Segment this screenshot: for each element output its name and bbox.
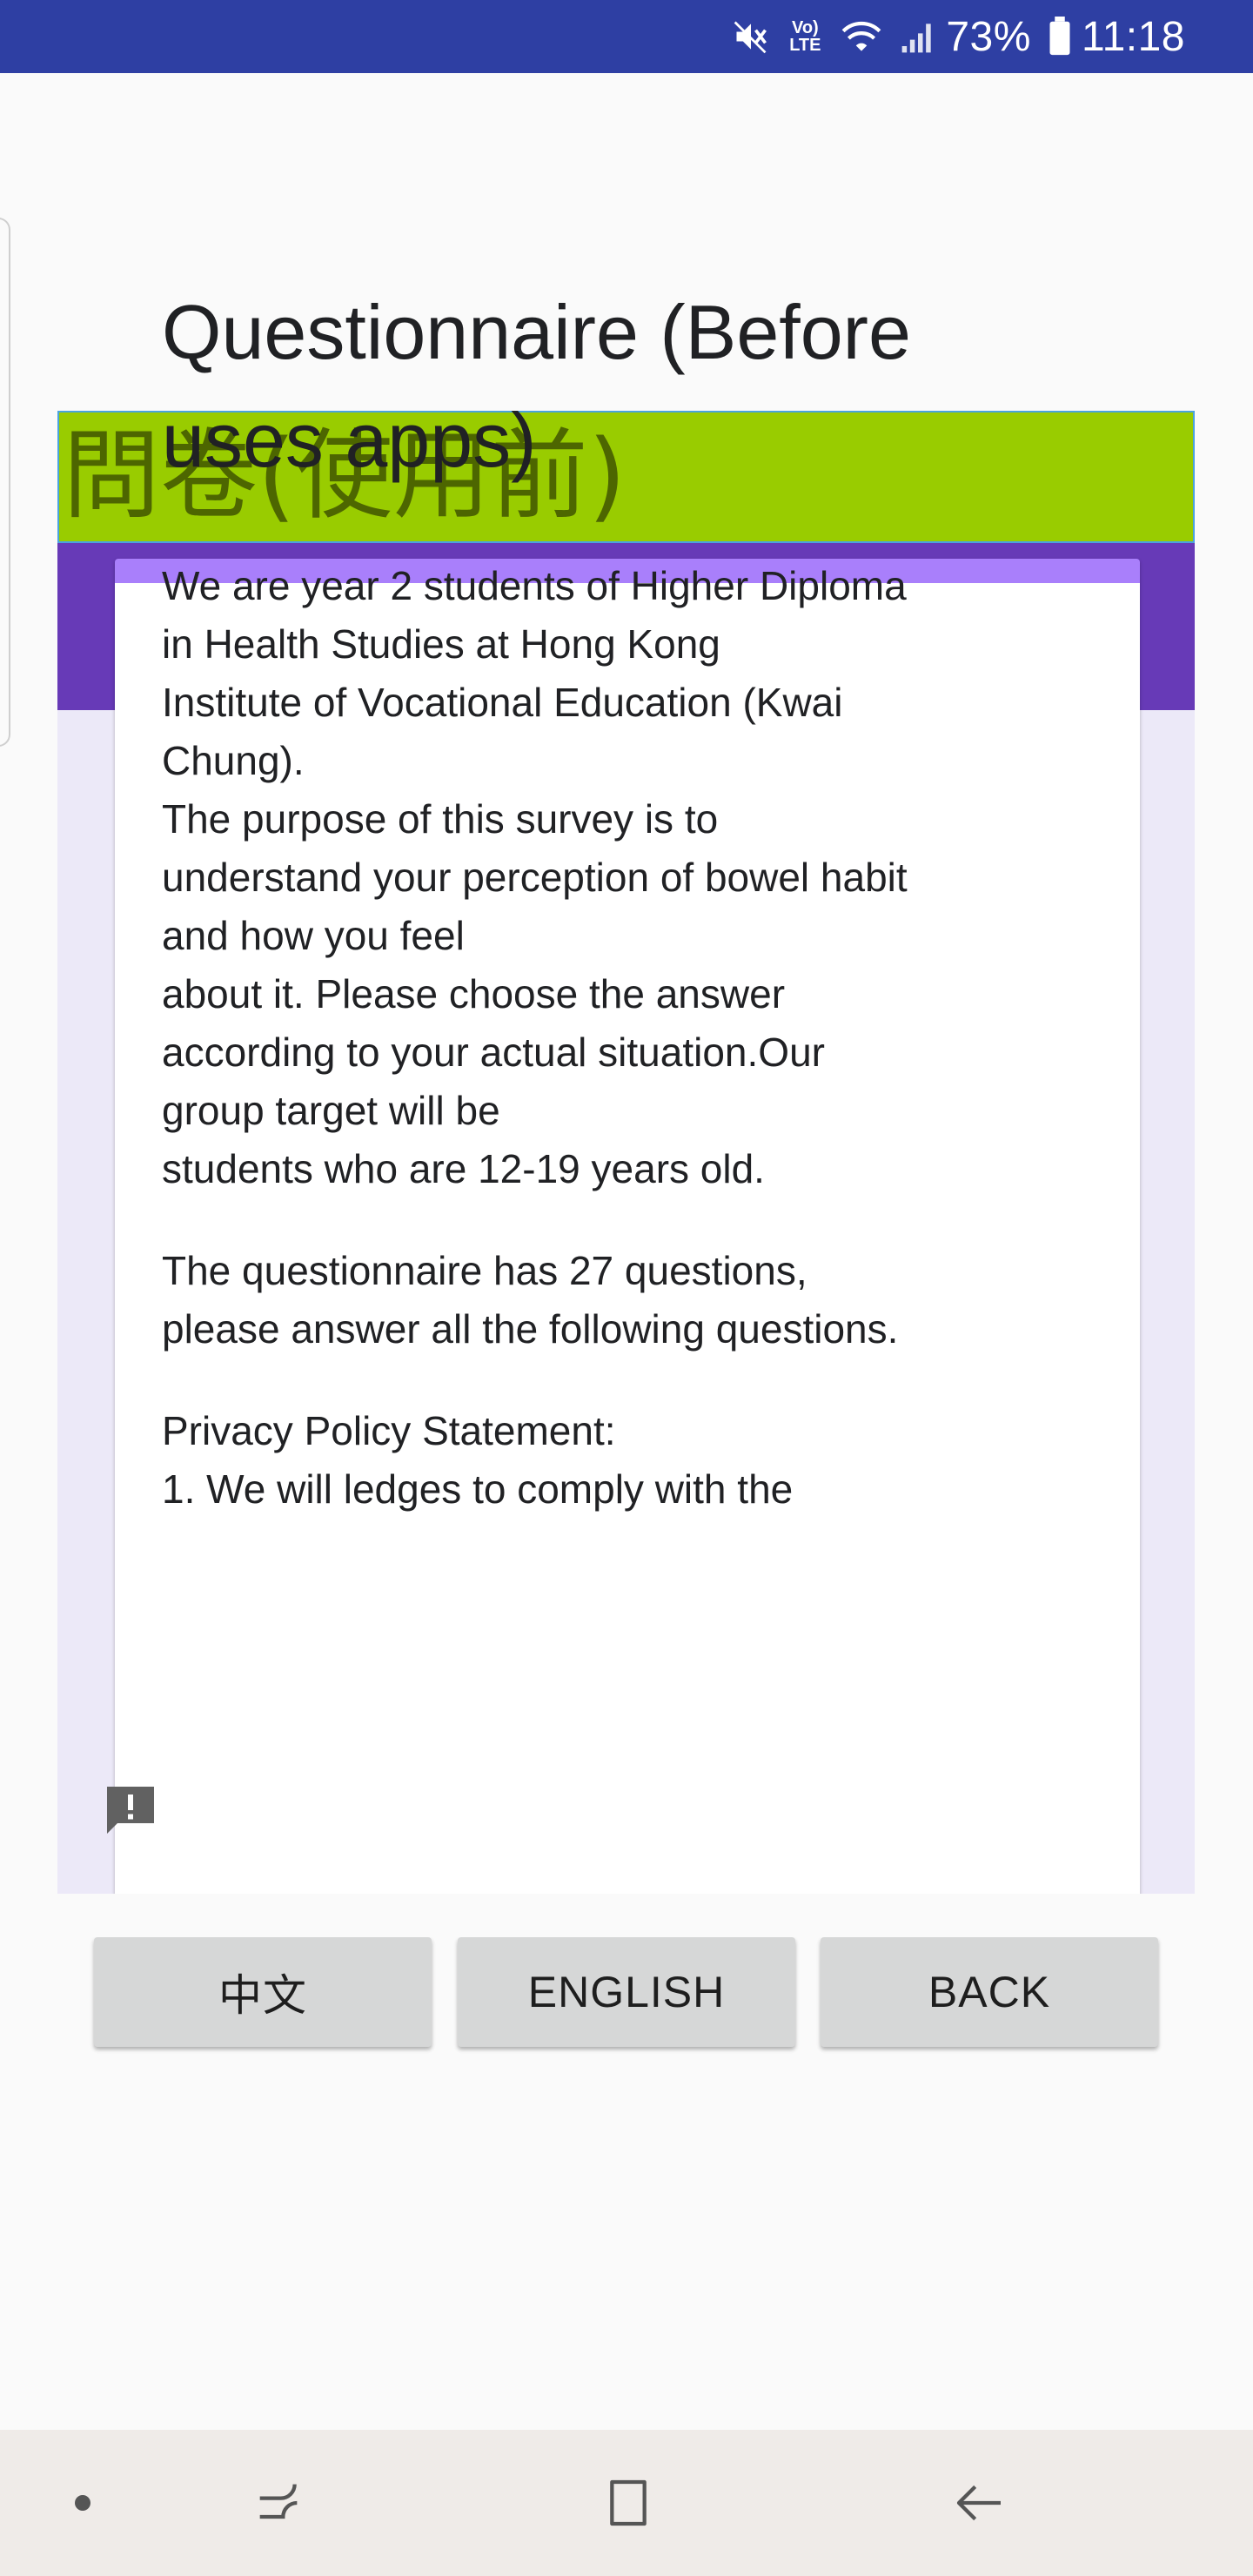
desc-line: The purpose of this survey is to [162, 796, 719, 842]
desc-line: about it. Please choose the answer [162, 971, 786, 1016]
privacy-section: Privacy Policy Statement: 1. We will led… [162, 1402, 1032, 1519]
wifi-icon [840, 17, 883, 56]
note-line: The questionnaire has 27 questions, [162, 1248, 807, 1293]
recent-apps-icon[interactable] [235, 2430, 322, 2576]
report-feedback-icon[interactable] [99, 1779, 162, 1841]
intro-paragraph: We are year 2 students of Higher Diploma… [162, 557, 1032, 1198]
status-bar: Vo) LTE 73% 11:18 [0, 0, 1253, 73]
form-description: We are year 2 students of Higher Diploma… [162, 557, 1032, 1894]
home-icon[interactable] [585, 2430, 672, 2576]
desc-line: Institute of Vocational Education (Kwai [162, 680, 843, 725]
nav-dot-icon[interactable] [52, 2430, 113, 2576]
mute-icon [732, 17, 770, 56]
desc-line: understand your perception of bowel habi… [162, 855, 908, 900]
battery-icon [1047, 17, 1073, 57]
chinese-button[interactable]: 中文 [94, 1937, 432, 2047]
desc-line: group target will be [162, 1088, 500, 1133]
desc-line: students who are 12-19 years old. [162, 1146, 765, 1191]
back-icon[interactable] [936, 2430, 1023, 2576]
clock: 11:18 [1081, 13, 1185, 60]
back-button[interactable]: BACK [821, 1937, 1158, 2047]
navigation-bar [0, 2430, 1253, 2576]
volte-icon: Vo) LTE [789, 18, 821, 55]
note-line: please answer all the following question… [162, 1306, 899, 1352]
edge-panel-handle[interactable] [0, 218, 10, 747]
privacy-line: 1. We will ledges to comply with the [162, 1466, 794, 1512]
desc-line: We are year 2 students of Higher Diploma [162, 563, 907, 608]
language-button-row: 中文 ENGLISH BACK [0, 1937, 1253, 2047]
desc-line: according to your actual situation.Our [162, 1030, 825, 1075]
form-title: Questionnaire (Before uses apps) [162, 289, 911, 483]
desc-line: Chung). [162, 738, 305, 783]
desc-line: and how you feel [162, 913, 465, 958]
questions-note: The questionnaire has 27 questions, plea… [162, 1242, 1032, 1358]
desc-line: in Health Studies at Hong Kong [162, 621, 720, 667]
english-button[interactable]: ENGLISH [458, 1937, 795, 2047]
privacy-heading: Privacy Policy Statement: [162, 1408, 616, 1453]
webview-bottom-edge [0, 1894, 1253, 1937]
battery-percent: 73% [946, 13, 1031, 60]
signal-icon [899, 17, 937, 56]
